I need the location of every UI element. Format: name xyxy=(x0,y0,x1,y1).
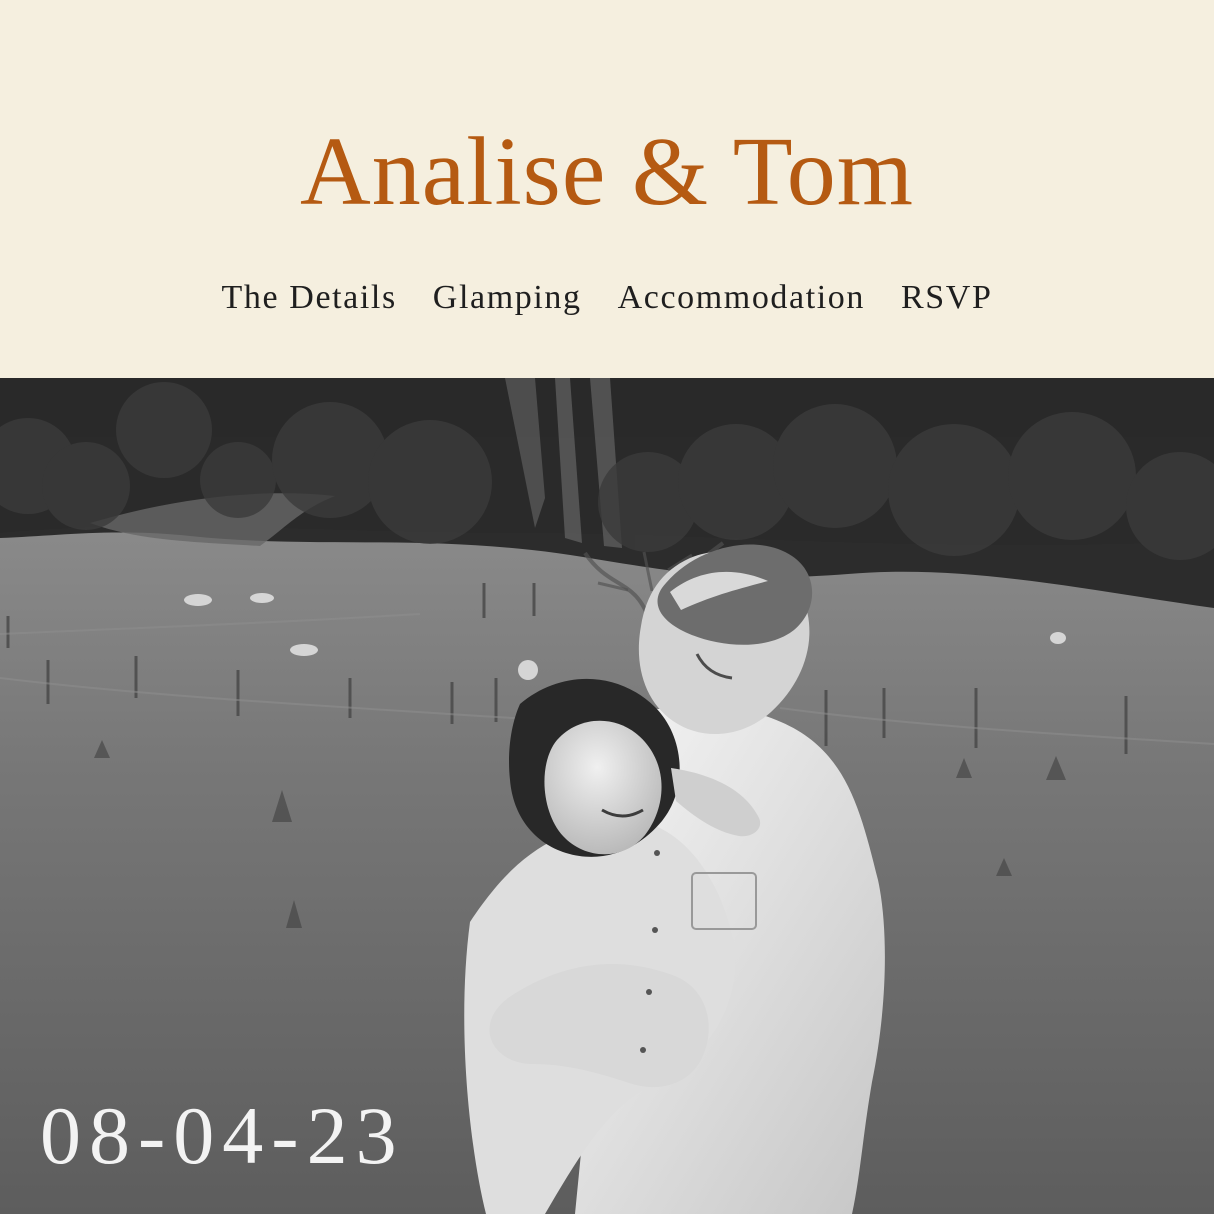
site-title[interactable]: Analise & Tom xyxy=(0,112,1214,232)
site-header: Analise & Tom The Details Glamping Accom… xyxy=(0,0,1214,378)
page: Analise & Tom The Details Glamping Accom… xyxy=(0,0,1214,1214)
nav-link-accommodation[interactable]: Accommodation xyxy=(618,276,865,320)
nav-link-the-details[interactable]: The Details xyxy=(222,276,397,320)
wedding-date: 08-04-23 xyxy=(40,1090,405,1181)
nav-link-glamping[interactable]: Glamping xyxy=(433,276,582,320)
main-nav: The Details Glamping Accommodation RSVP xyxy=(0,276,1214,320)
nav-link-rsvp[interactable]: RSVP xyxy=(901,276,992,320)
